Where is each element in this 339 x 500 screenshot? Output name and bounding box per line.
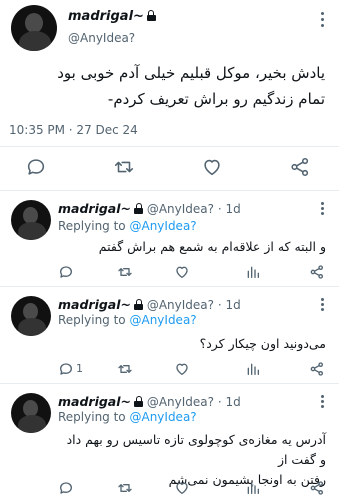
retweet-icon[interactable]: [117, 480, 133, 496]
retweet-icon[interactable]: [113, 156, 135, 178]
divider: [0, 146, 339, 147]
replying-to-label: Replying to: [58, 410, 126, 424]
mention-link[interactable]: @AnyIdea?: [129, 410, 196, 424]
more-vertical-icon[interactable]: [320, 12, 324, 28]
reply-actions: 1: [58, 361, 333, 379]
lock-icon: [134, 396, 143, 407]
reply-header: madrigal~ @AnyIdea? · 1d: [58, 201, 241, 216]
replying-to-label: Replying to: [58, 313, 126, 327]
reply-bubble-icon[interactable]: [25, 156, 47, 178]
replying-to-label: Replying to: [58, 219, 126, 233]
tweet-actions: [0, 154, 339, 180]
tweet-age[interactable]: · 1d: [218, 395, 241, 409]
display-name[interactable]: madrigal~: [58, 297, 131, 312]
mention-link[interactable]: @AnyIdea?: [129, 219, 196, 233]
more-vertical-icon[interactable]: [320, 298, 324, 311]
reply-text: و البته که از علاقه‌ام به شمع هم براش گف…: [58, 236, 326, 257]
views-bar-chart-icon[interactable]: [245, 361, 261, 377]
tweet-text: یادش بخیر، موکل قبلیم خیلی آدم خوبی بود …: [10, 60, 325, 112]
share-icon[interactable]: [309, 480, 325, 496]
reply-header: madrigal~ @AnyIdea? · 1d: [58, 394, 241, 409]
heart-icon[interactable]: [174, 361, 190, 377]
reply-bubble-icon[interactable]: [58, 480, 74, 496]
reply-actions: [58, 264, 333, 282]
avatar[interactable]: [11, 393, 51, 433]
heart-icon[interactable]: [201, 156, 223, 178]
display-name[interactable]: madrigal~: [58, 201, 131, 216]
heart-icon[interactable]: [174, 264, 190, 280]
more-vertical-icon[interactable]: [320, 202, 324, 215]
tweet-age[interactable]: · 1d: [218, 298, 241, 312]
main-tweet: madrigal~ @AnyIdea? یادش بخیر، موکل قبلی…: [0, 0, 339, 191]
share-icon[interactable]: [309, 264, 325, 280]
avatar[interactable]: [11, 296, 51, 336]
reply-text-line: آدرس یه مغازه‌ی کوچولوی تازه تاسیس رو به…: [66, 432, 326, 467]
lock-icon: [146, 10, 156, 21]
reply-tweet[interactable]: madrigal~ @AnyIdea? · 1d Replying to @An…: [0, 287, 339, 384]
views-bar-chart-icon[interactable]: [245, 480, 261, 496]
reply-bubble-icon[interactable]: [58, 361, 74, 377]
share-icon[interactable]: [309, 361, 325, 377]
more-vertical-icon[interactable]: [320, 395, 324, 408]
heart-icon[interactable]: [174, 480, 190, 496]
handle[interactable]: @AnyIdea?: [147, 298, 214, 312]
mention-link[interactable]: @AnyIdea?: [129, 313, 196, 327]
tweet-text-line: تمام زندگیم رو براش تعریف کردم-: [107, 90, 325, 108]
tweet-age[interactable]: · 1d: [218, 202, 241, 216]
handle[interactable]: @AnyIdea?: [68, 31, 135, 45]
timestamp[interactable]: 10:35 PM · 27 Dec 24: [9, 123, 138, 137]
tweet-text-line: یادش بخیر، موکل قبلیم خیلی آدم خوبی بود: [57, 64, 325, 82]
reply-count: 1: [76, 362, 83, 375]
lock-icon: [134, 203, 143, 214]
reply-header: madrigal~ @AnyIdea? · 1d: [58, 297, 241, 312]
retweet-icon[interactable]: [117, 264, 133, 280]
lock-icon: [134, 299, 143, 310]
reply-text: می‌دونید اون چیکار کرد؟: [58, 333, 326, 354]
reply-tweet[interactable]: madrigal~ @AnyIdea? · 1d Replying to @An…: [0, 384, 339, 500]
avatar[interactable]: [11, 200, 51, 240]
views-bar-chart-icon[interactable]: [245, 264, 261, 280]
handle[interactable]: @AnyIdea?: [147, 202, 214, 216]
display-name[interactable]: madrigal~: [58, 394, 131, 409]
display-name[interactable]: madrigal~: [68, 9, 156, 24]
reply-actions: [58, 480, 333, 498]
display-name-text: madrigal~: [68, 9, 144, 24]
replying-to: Replying to @AnyIdea?: [58, 313, 197, 327]
share-icon[interactable]: [289, 156, 311, 178]
replying-to: Replying to @AnyIdea?: [58, 410, 197, 424]
handle[interactable]: @AnyIdea?: [147, 395, 214, 409]
reply-text-line: و البته که از علاقه‌ام به شمع هم براش گف…: [98, 239, 326, 254]
reply-text-line: می‌دونید اون چیکار کرد؟: [199, 336, 326, 351]
retweet-icon[interactable]: [117, 361, 133, 377]
avatar[interactable]: [11, 5, 57, 51]
reply-tweet[interactable]: madrigal~ @AnyIdea? · 1d Replying to @An…: [0, 191, 339, 287]
replying-to: Replying to @AnyIdea?: [58, 219, 197, 233]
reply-bubble-icon[interactable]: [58, 264, 74, 280]
